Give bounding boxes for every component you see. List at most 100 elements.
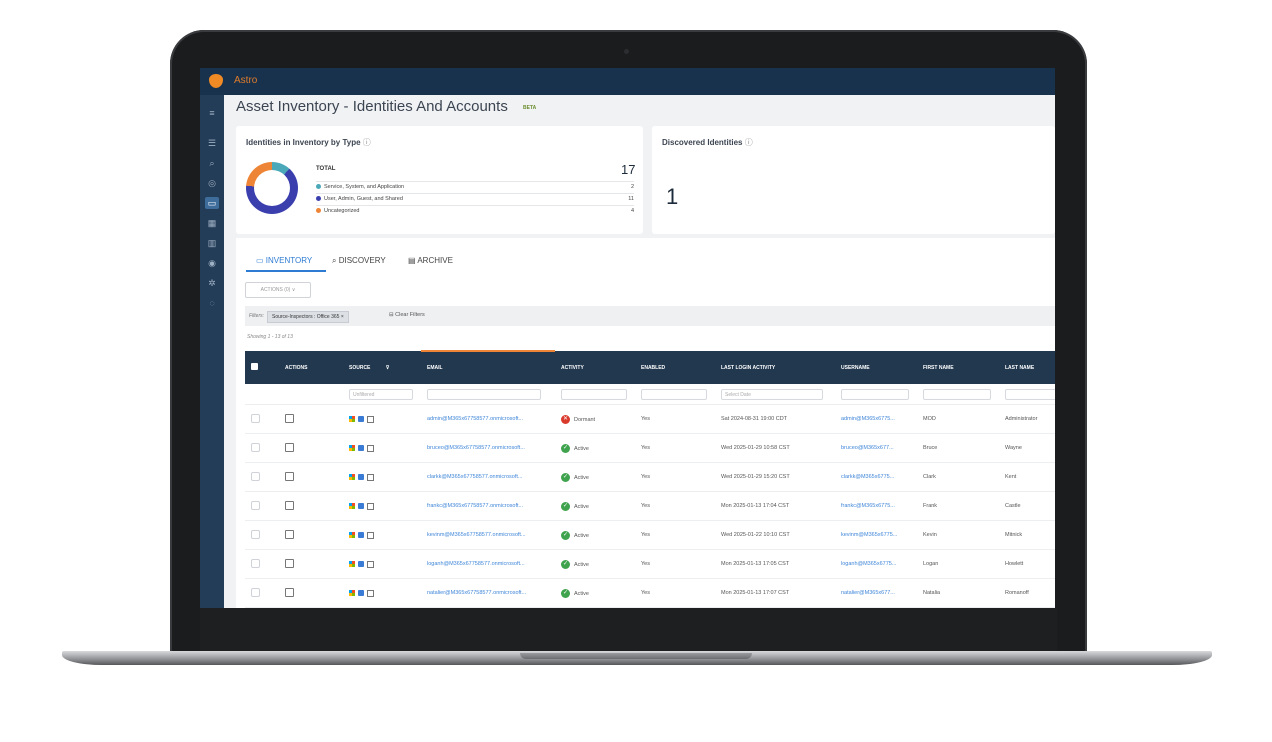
radar-icon[interactable]: ◎: [205, 177, 219, 189]
menu-icon[interactable]: ≡: [205, 107, 219, 119]
activity-cell: ✓Active: [555, 491, 635, 521]
table-row[interactable]: nickf@M365x67758577.onmicrosoft...✓Activ…: [245, 607, 1055, 608]
username-link[interactable]: kevinm@M365x6775...: [835, 520, 917, 550]
email-filter-input[interactable]: [427, 388, 542, 400]
row-checkbox[interactable]: [251, 442, 260, 452]
astro-logo-icon[interactable]: [209, 74, 223, 88]
filter-bar: Filters: Source-Inspectors : Office 365 …: [245, 306, 1055, 326]
chart-icon[interactable]: ▥: [205, 237, 219, 249]
actions-menu-icon[interactable]: [285, 529, 294, 539]
username-link[interactable]: admin@M365x6775...: [835, 404, 917, 434]
column-header[interactable]: USERNAME: [835, 351, 917, 384]
enabled-filter-select[interactable]: [641, 388, 707, 400]
username-link[interactable]: frankc@M365x6775...: [835, 491, 917, 521]
email-link[interactable]: kevinm@M365x67758577.onmicrosoft...: [421, 520, 555, 550]
last-name-filter-input[interactable]: [1005, 388, 1055, 400]
legend-row[interactable]: User, Admin, Guest, and Shared 11: [316, 193, 634, 205]
column-header[interactable]: LAST LOGIN ACTIVITY: [715, 351, 835, 384]
page-title: Asset Inventory - Identities And Account…: [236, 98, 508, 115]
actions-menu-icon[interactable]: [285, 558, 294, 568]
username-link[interactable]: bruceo@M365x677...: [835, 433, 917, 463]
column-header[interactable]: FIRST NAME: [917, 351, 999, 384]
actions-menu-icon[interactable]: [285, 413, 294, 423]
row-checkbox[interactable]: [251, 413, 260, 423]
clear-icon: ⊟: [389, 312, 394, 318]
actions-menu-icon[interactable]: [285, 500, 294, 510]
legend-row[interactable]: Service, System, and Application 2: [316, 181, 634, 193]
table-row[interactable]: natalier@M365x67758577.onmicrosoft... ✓ Ac…: [245, 578, 1055, 608]
activity-cell: ✓Active: [555, 549, 635, 579]
clear-filters-button[interactable]: ⊟ Clear Filters: [389, 312, 425, 318]
email-link[interactable]: loganh@M365x67758577.onmicrosoft...: [421, 549, 555, 579]
inventory-icon[interactable]: ▭: [205, 197, 219, 209]
actions-menu-icon[interactable]: [285, 442, 294, 452]
select-all-header[interactable]: [245, 351, 279, 384]
column-header[interactable]: SOURCE ⊽: [343, 351, 421, 384]
source-icon: [358, 561, 364, 567]
email-link[interactable]: frankc@M365x67758577.onmicrosoft...: [421, 491, 555, 521]
last-name-cell: Howlett: [999, 549, 1055, 579]
source-filter-select[interactable]: Unfiltered: [349, 388, 413, 400]
close-icon: ×: [340, 314, 344, 320]
column-header[interactable]: ACTIVITY: [555, 351, 635, 384]
tab-inventory[interactable]: ▭ INVENTORY: [256, 256, 312, 265]
first-name-cell: Clark: [917, 462, 999, 492]
source-icon: [358, 445, 364, 451]
grid-icon[interactable]: ▦: [205, 217, 219, 229]
activity-cell: ✓Active: [555, 520, 635, 550]
microsoft-icon: [349, 474, 355, 480]
table-row[interactable]: admin@M365x67758577.onmicrosoft... ✕ Dorma…: [245, 404, 1055, 434]
email-link[interactable]: admin@M365x67758577.onmicrosoft...: [421, 404, 555, 434]
column-header[interactable]: ENABLED: [635, 351, 715, 384]
filter-chip[interactable]: Source-Inspectors : Office 365 ×: [267, 311, 349, 323]
email-link[interactable]: nickf@M365x67758577.onmicrosoft...: [421, 607, 555, 608]
last-name-cell: Fury: [999, 607, 1055, 608]
table-row[interactable]: bruceo@M365x67758577.onmicrosoft... ✓ Acti…: [245, 433, 1055, 463]
legend-row[interactable]: Uncategorized 4: [316, 205, 634, 217]
row-checkbox[interactable]: [251, 500, 260, 510]
table-row[interactable]: frankc@M365x67758577.onmicrosoft... ✓ Acti…: [245, 491, 1055, 521]
discovered-value[interactable]: 1: [666, 184, 678, 210]
screen: Astro ≡ ☰ ⌕ ◎ ▭ ▦ ▥ ◉ ✲ ◌ Asset Inventor…: [200, 68, 1055, 608]
username-link[interactable]: clarkk@M365x6775...: [835, 462, 917, 492]
table-row[interactable]: kevinm@M365x67758577.onmicrosoft... ✓ Acti…: [245, 520, 1055, 550]
column-header[interactable]: ACTIONS: [279, 351, 343, 384]
actions-menu-icon[interactable]: [285, 587, 294, 597]
row-checkbox[interactable]: [251, 529, 260, 539]
first-name-cell: Bruce: [917, 433, 999, 463]
shield-icon[interactable]: ◌: [205, 297, 219, 309]
username-link[interactable]: natalier@M365x677...: [835, 578, 917, 608]
actions-button[interactable]: ACTIONS (0) ∨: [245, 282, 311, 298]
username-link[interactable]: nickf@M365x67758...: [835, 607, 917, 608]
row-checkbox[interactable]: [251, 587, 260, 597]
microsoft-icon: [349, 416, 355, 422]
activity-filter-input[interactable]: [561, 388, 627, 400]
active-status-icon: ✓: [561, 501, 570, 511]
first-name-filter-input[interactable]: [923, 388, 991, 400]
table-row[interactable]: clarkk@M365x67758577.onmicrosoft... ✓ Acti…: [245, 462, 1055, 492]
eye-icon[interactable]: ◉: [205, 257, 219, 269]
row-checkbox[interactable]: [251, 471, 260, 481]
active-status-icon: ✓: [561, 588, 570, 598]
email-link[interactable]: bruceo@M365x67758577.onmicrosoft...: [421, 433, 555, 463]
filter-row: Unfiltered Select Date: [245, 384, 1055, 405]
column-header[interactable]: LAST NAME: [999, 351, 1055, 384]
camera-icon: [624, 49, 629, 54]
column-header[interactable]: EMAIL: [421, 350, 555, 384]
list-icon[interactable]: ☰: [205, 137, 219, 149]
email-link[interactable]: clarkk@M365x67758577.onmicrosoft...: [421, 462, 555, 492]
username-filter-input[interactable]: [841, 388, 909, 400]
row-checkbox[interactable]: [251, 558, 260, 568]
search-icon[interactable]: ⌕: [205, 157, 219, 169]
actions-menu-icon[interactable]: [285, 471, 294, 481]
microsoft-icon: [349, 561, 355, 567]
username-link[interactable]: loganh@M365x6775...: [835, 549, 917, 579]
last-login-cell: Wed 2025-01-22 10:10 CST: [715, 520, 835, 550]
last-login-date-picker[interactable]: Select Date: [721, 388, 823, 400]
enabled-cell: Yes: [635, 607, 715, 608]
table-row[interactable]: loganh@M365x67758577.onmicrosoft... ✓ Acti…: [245, 549, 1055, 579]
email-link[interactable]: natalier@M365x67758577.onmicrosoft...: [421, 578, 555, 608]
tab-archive[interactable]: ▤ ARCHIVE: [408, 256, 453, 265]
settings-icon[interactable]: ✲: [205, 277, 219, 289]
tab-discovery[interactable]: ⌕ DISCOVERY: [332, 256, 386, 266]
